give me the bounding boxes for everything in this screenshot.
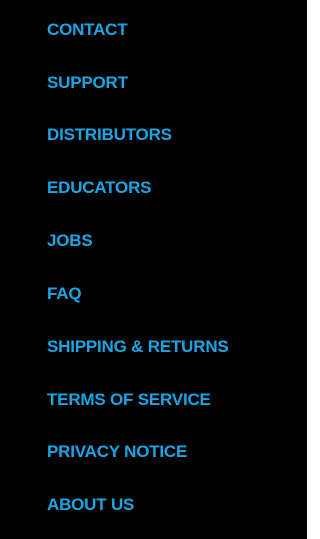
menu-link-support[interactable]: SUPPORT <box>47 73 128 93</box>
menu-link-jobs[interactable]: JOBS <box>47 231 93 251</box>
footer-menu: CONTACT SUPPORT DISTRIBUTORS EDUCATORS J… <box>0 0 307 539</box>
menu-link-privacy-notice[interactable]: PRIVACY NOTICE <box>47 442 187 462</box>
page-edge <box>307 0 312 539</box>
menu-link-distributors[interactable]: DISTRIBUTORS <box>47 125 172 145</box>
menu-link-shipping-returns[interactable]: SHIPPING & RETURNS <box>47 337 229 357</box>
menu-link-faq[interactable]: FAQ <box>47 284 82 304</box>
menu-link-about-us[interactable]: ABOUT US <box>47 495 134 515</box>
menu-link-terms-of-service[interactable]: TERMS OF SERVICE <box>47 390 211 410</box>
menu-link-educators[interactable]: EDUCATORS <box>47 178 152 198</box>
menu-link-contact[interactable]: CONTACT <box>47 20 128 40</box>
